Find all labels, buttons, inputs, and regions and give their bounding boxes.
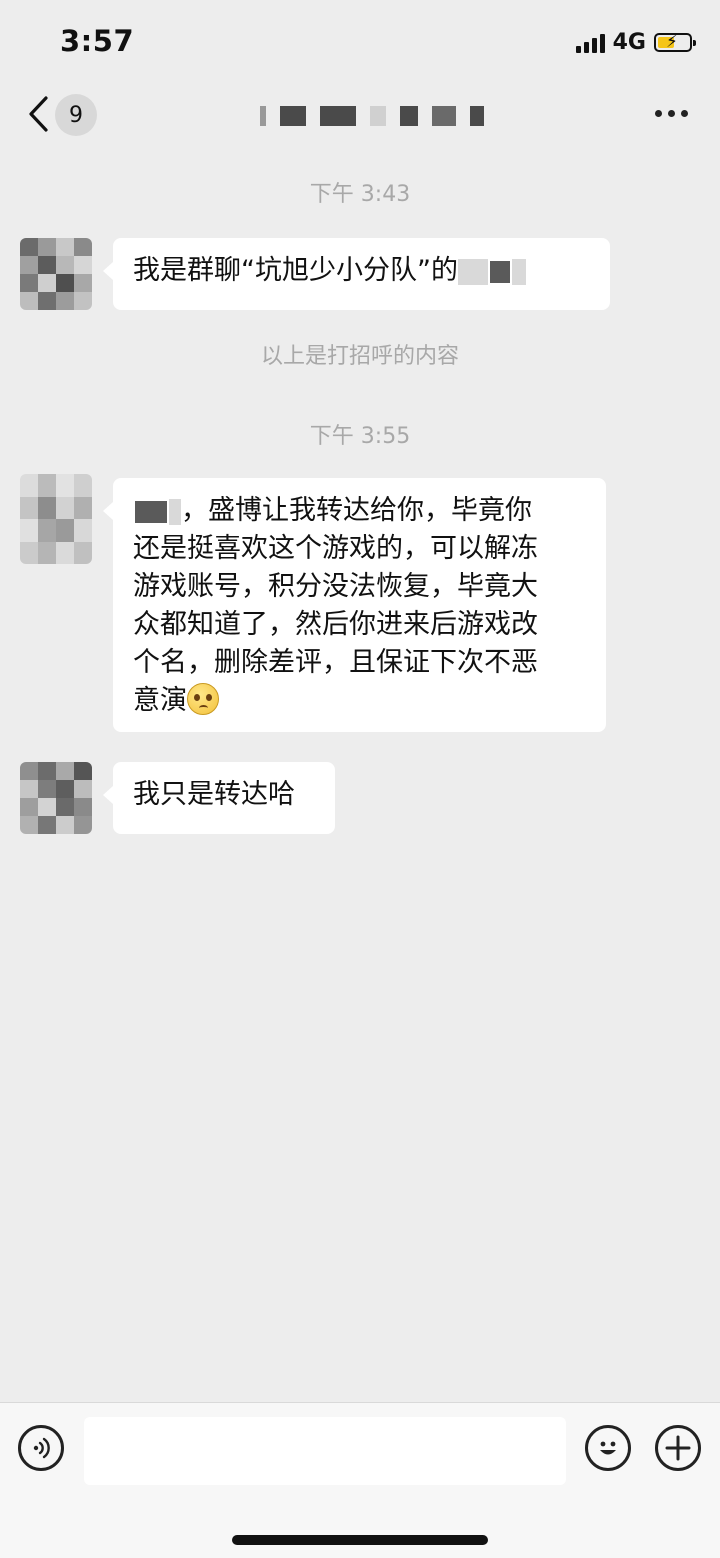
message-line: 个名，删除差评，且保证下次不恶 xyxy=(133,647,538,678)
message-timestamp: 下午 3:43 xyxy=(309,182,411,207)
plus-icon[interactable] xyxy=(655,1425,701,1471)
redacted-text xyxy=(489,260,510,283)
status-time: 3:57 xyxy=(60,24,135,58)
message-bubble[interactable]: ，盛博让我转达给你，毕竟你 还是挺喜欢这个游戏的，可以解冻 游戏账号，积分没法恢… xyxy=(103,478,606,732)
network-type: 4G xyxy=(612,30,646,55)
message-input[interactable] xyxy=(84,1417,566,1485)
redacted-text xyxy=(169,498,181,525)
title-redaction xyxy=(280,106,306,126)
message-line: 众都知道了，然后你进来后游戏改 xyxy=(133,609,538,640)
voice-icon[interactable] xyxy=(18,1425,64,1471)
system-note: 以上是打招呼的内容 xyxy=(260,344,459,369)
title-redaction xyxy=(260,106,266,126)
chat-title-text xyxy=(260,106,261,107)
status-bar: 3:57 4G ⚡ xyxy=(0,0,720,80)
unread-count-badge[interactable]: 9 xyxy=(55,94,97,136)
status-indicators: 4G ⚡ xyxy=(575,30,696,55)
message-line: 还是挺喜欢这个游戏的，可以解冻 xyxy=(133,533,538,564)
chat-header: 9 xyxy=(0,80,720,150)
avatar[interactable] xyxy=(20,238,92,310)
avatar[interactable] xyxy=(20,474,92,564)
message-bubble[interactable]: 我只是转达哈 xyxy=(103,762,335,834)
pleading-face-emoji-icon xyxy=(187,683,219,715)
redacted-text xyxy=(135,500,167,523)
message-text: 我是群聊“坑旭少小分队”的 xyxy=(133,255,458,286)
battery-icon: ⚡ xyxy=(654,32,696,52)
back-chevron-icon[interactable] xyxy=(24,94,54,134)
more-icon[interactable] xyxy=(655,110,688,117)
home-indicator[interactable] xyxy=(232,1535,488,1545)
redacted-text xyxy=(457,258,488,285)
message-bubble[interactable]: 我是群聊“坑旭少小分队”的 xyxy=(103,238,610,310)
signal-icon xyxy=(575,33,605,53)
title-redaction xyxy=(470,106,484,126)
avatar[interactable] xyxy=(20,762,92,834)
emoji-icon[interactable] xyxy=(585,1425,631,1471)
title-redaction xyxy=(400,106,418,126)
message-line: 意演 xyxy=(133,682,586,720)
title-redaction xyxy=(370,106,386,126)
title-redaction xyxy=(432,106,456,126)
message-line: ，盛博让我转达给你，毕竟你 xyxy=(133,492,586,530)
message-timestamp: 下午 3:55 xyxy=(309,424,411,449)
title-redaction xyxy=(320,106,356,126)
message-text: 我只是转达哈 xyxy=(133,779,295,810)
message-line: 游戏账号，积分没法恢复，毕竟大 xyxy=(133,571,538,602)
redacted-text xyxy=(511,258,526,285)
chat-title xyxy=(260,106,484,126)
